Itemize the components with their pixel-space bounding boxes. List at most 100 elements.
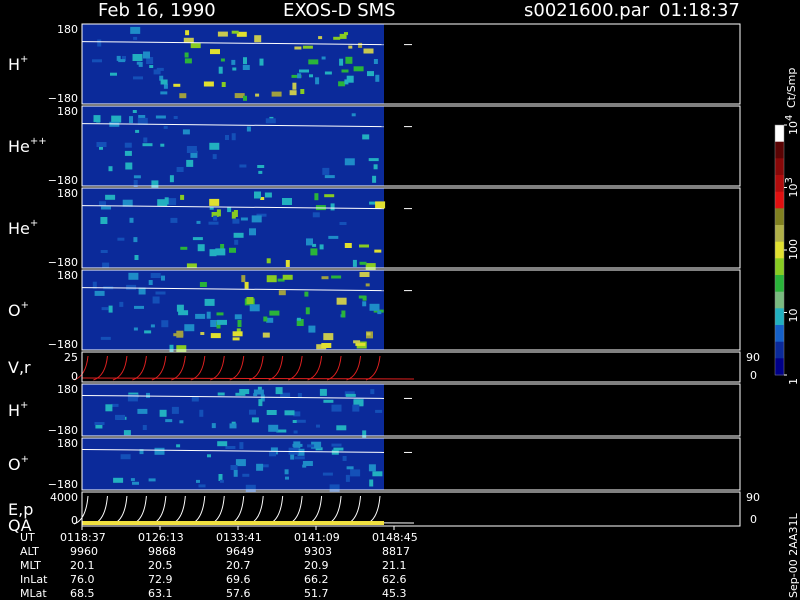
colorbar-label-base: 10 xyxy=(787,121,800,135)
ephemeris-value: 0133:41 xyxy=(216,531,262,544)
spectrogram-cell xyxy=(266,258,271,264)
spectrogram-cell xyxy=(249,304,260,312)
spectrogram-cell xyxy=(322,167,330,175)
spectrogram-cell xyxy=(275,387,283,395)
spectrogram-cell xyxy=(314,193,319,201)
panel-stack: H+180−180He++180−180He+180−180O+180−180V… xyxy=(8,23,760,535)
spectrogram-cell xyxy=(143,137,148,143)
spectrogram-cell xyxy=(142,425,147,430)
spectrogram-cell xyxy=(154,447,165,455)
spectrogram-cell xyxy=(264,192,272,198)
spectrogram-cell xyxy=(258,399,263,407)
spectrogram-cell xyxy=(375,201,386,209)
spectrogram-cell xyxy=(241,275,246,283)
spectrogram-cell xyxy=(282,274,293,280)
spectrogram-cell xyxy=(344,158,355,166)
spectrogram-cell xyxy=(102,262,110,268)
spectrogram-cell xyxy=(231,59,236,65)
y-tick-top: 180 xyxy=(57,105,78,118)
spectrogram-cell xyxy=(173,333,184,337)
line-series xyxy=(73,355,415,381)
spectrogram-cell xyxy=(310,248,318,256)
spectrogram-cell xyxy=(129,116,133,124)
spectrogram-cell xyxy=(355,342,366,346)
spectrogram-cell xyxy=(266,410,277,415)
spectrogram-cell xyxy=(341,310,346,318)
spectrogram-cell xyxy=(365,263,376,271)
label-sup: ++ xyxy=(30,136,47,147)
spectrogram-cell xyxy=(339,33,347,39)
spectrogram-cell xyxy=(94,290,105,296)
y-tick-bottom: −180 xyxy=(48,424,78,437)
panel-label: He++ xyxy=(8,136,47,156)
spectrogram-cell xyxy=(336,425,347,431)
spectrogram-cell xyxy=(257,386,262,390)
y-tick-top: 180 xyxy=(57,383,78,396)
spectrogram-cell xyxy=(165,419,173,423)
spectrogram-cell xyxy=(138,115,146,118)
spectrogram-cell xyxy=(348,45,353,49)
spectrogram-cell xyxy=(359,261,367,265)
label-base: He xyxy=(8,219,30,238)
spectrogram-cell xyxy=(345,393,356,397)
y-tick-bottom: 0 xyxy=(71,370,78,383)
ephemeris-value: 69.6 xyxy=(226,573,251,586)
spectrogram-cell xyxy=(285,476,289,480)
spectrogram-cell xyxy=(186,159,194,167)
spectrogram-cell xyxy=(110,72,117,76)
spectrogram-cell xyxy=(254,191,261,199)
spectrogram-cell xyxy=(368,158,379,162)
spectrogram-cell xyxy=(346,466,354,470)
right-tick-top: 90 xyxy=(746,491,760,504)
spectrogram-cell xyxy=(135,129,140,133)
y-tick-top: 180 xyxy=(57,23,78,36)
y-tick-top: 180 xyxy=(57,269,78,282)
spectrogram-cell xyxy=(331,275,342,279)
spectrogram-cell xyxy=(171,406,179,414)
series-curve xyxy=(365,355,381,381)
spectrogram-cell xyxy=(315,77,320,85)
spectrogram-cell xyxy=(324,194,335,198)
spectrogram-cell xyxy=(269,310,280,316)
panel-Vr: V,r 25 0 90 0 xyxy=(8,351,760,383)
colorbar-segment xyxy=(775,358,784,376)
spectrogram-cell xyxy=(362,301,367,307)
spectrogram-cell xyxy=(295,419,306,423)
spectrogram-cell xyxy=(209,142,220,150)
series-curve xyxy=(268,355,284,381)
y-tick-top: 180 xyxy=(57,437,78,450)
spectrogram-cell xyxy=(149,65,154,68)
colorbar-label-exp: 4 xyxy=(784,115,795,121)
spectrogram-cell xyxy=(173,83,181,87)
spectrogram-cell xyxy=(253,393,258,397)
spectrogram-cell xyxy=(251,215,262,223)
spectrogram-cell xyxy=(176,444,181,448)
spectrogram-cell xyxy=(257,165,265,168)
spectrogram-cell xyxy=(213,215,218,221)
right-tick-bottom: 0 xyxy=(750,513,757,526)
spectrogram-cell xyxy=(269,451,276,457)
colorbar-segment xyxy=(775,241,784,259)
spectrogram-cell xyxy=(186,146,197,153)
series-curve xyxy=(151,355,167,381)
panel-Op: O+180−180 xyxy=(8,269,741,353)
spectrogram-cell xyxy=(369,303,380,311)
colorbar-segment xyxy=(775,275,784,293)
series-curve xyxy=(365,495,381,525)
ephemeris-value: 9960 xyxy=(70,545,98,558)
ephemeris-value: 20.5 xyxy=(148,559,173,572)
ephemeris-value: 57.6 xyxy=(226,587,251,600)
panel-label: H+ xyxy=(8,54,28,74)
label-sup: + xyxy=(30,218,38,229)
ephemeris-value: 20.9 xyxy=(304,559,329,572)
spectrogram-cell xyxy=(118,59,126,63)
spectrogram-cell xyxy=(225,446,236,449)
ephemeris-label: InLat xyxy=(20,573,48,586)
spectrogram-cell xyxy=(185,30,190,36)
exos-d-sms-plot: Feb 16, 1990 EXOS-D SMS s0021600.par 01:… xyxy=(8,0,800,600)
spectrogram-cell xyxy=(142,143,153,147)
y-tick-bottom: −180 xyxy=(48,174,78,187)
spectrogram-cell xyxy=(196,220,201,224)
spectrogram-cell xyxy=(292,82,297,90)
header-file: s0021600.par xyxy=(524,0,650,21)
